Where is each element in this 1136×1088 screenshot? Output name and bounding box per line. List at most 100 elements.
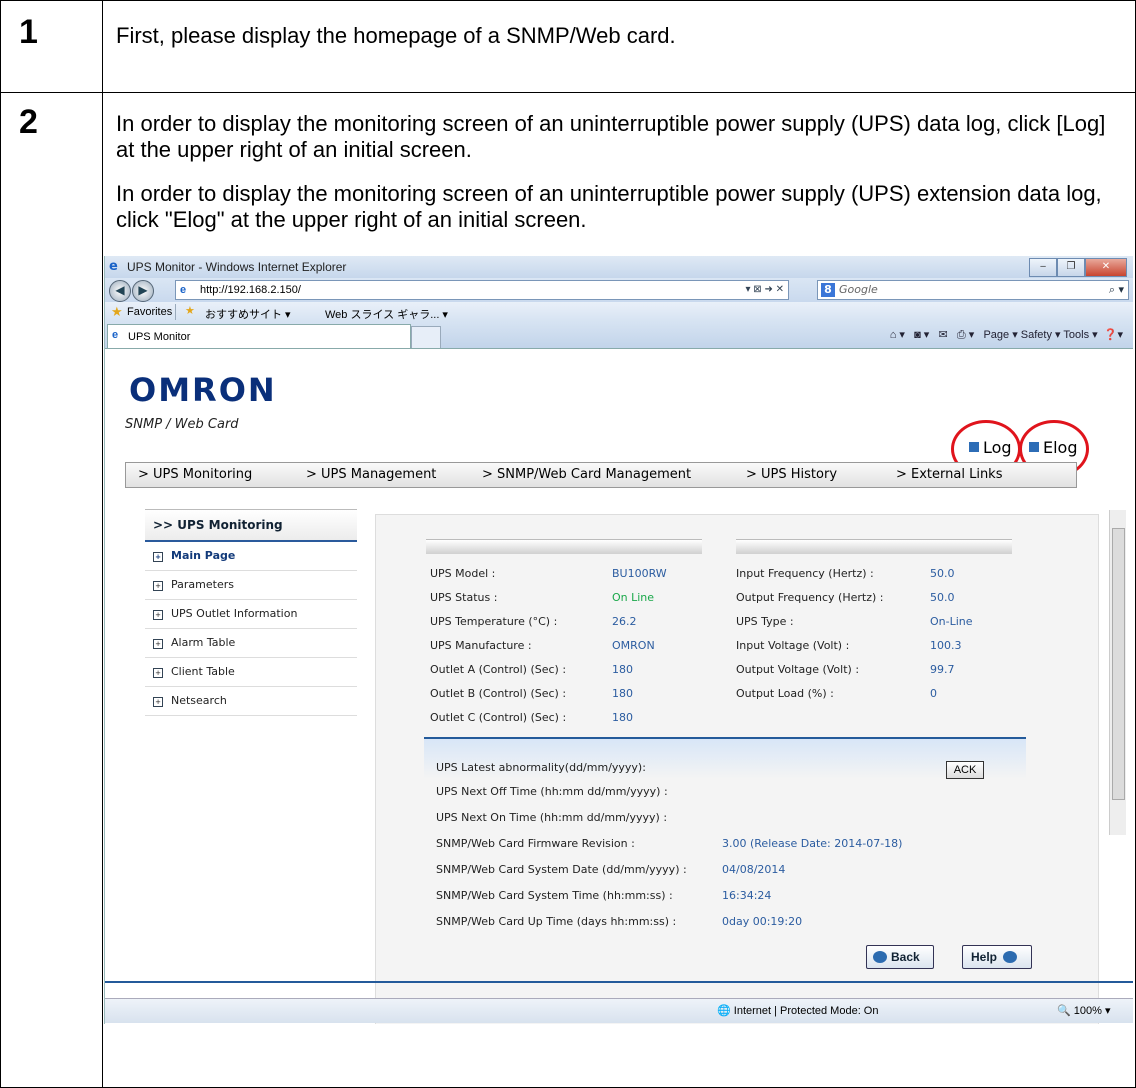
side-nav: >> UPS Monitoring + Main Page + Parameters… bbox=[145, 509, 357, 759]
field-label: UPS Latest abnormality(dd/mm/yyyy): bbox=[436, 761, 646, 774]
step-paragraph: In order to display the monitoring scree… bbox=[116, 111, 1106, 162]
google-icon: 8 bbox=[821, 283, 835, 297]
main-menu: > UPS Monitoring > UPS Management > SNMP… bbox=[125, 462, 1077, 488]
field-value: 180 bbox=[612, 663, 633, 676]
field-label: Outlet C (Control) (Sec) : bbox=[430, 711, 567, 724]
page-subtitle: SNMP / Web Card bbox=[125, 417, 239, 432]
minimize-button[interactable]: ‒ bbox=[1029, 258, 1057, 277]
nav-item-alarm-table[interactable]: + Alarm Table bbox=[145, 629, 357, 658]
nav-item-client-table[interactable]: + Client Table bbox=[145, 658, 357, 687]
help-icon bbox=[1003, 951, 1018, 963]
field-label: Output Frequency (Hertz) : bbox=[736, 591, 884, 604]
back-button[interactable]: Back bbox=[866, 945, 934, 969]
field-value: 3.00 (Release Date: 2014-07-18) bbox=[722, 837, 903, 850]
field-value: 04/08/2014 bbox=[722, 863, 786, 876]
favorites-button[interactable]: Favorites bbox=[127, 306, 172, 318]
menu-ups-management[interactable]: > UPS Management bbox=[306, 467, 436, 482]
address-bar: ◀ ▶ e http://192.168.2.150/ ▾ ⊠ ➜ ✕ 8 Goo… bbox=[105, 278, 1133, 302]
url-field[interactable]: e http://192.168.2.150/ ▾ ⊠ ➜ ✕ bbox=[175, 280, 789, 300]
field-value: 50.0 bbox=[930, 591, 955, 604]
tab-ups-monitor[interactable]: e UPS Monitor bbox=[107, 324, 411, 348]
field-value: 16:34:24 bbox=[722, 889, 772, 902]
bullet-icon: + bbox=[153, 697, 163, 707]
favorites-bar: ★ Favorites ★ おすすめサイト ▾ Web スライス ギャラ... … bbox=[105, 302, 1133, 322]
nav-item-parameters[interactable]: + Parameters bbox=[145, 571, 357, 600]
section-header-bar bbox=[736, 539, 1012, 554]
menu-ups-monitoring[interactable]: > UPS Monitoring bbox=[138, 467, 252, 482]
search-icon[interactable]: ⌕ ▾ bbox=[1109, 281, 1124, 299]
forward-nav-icon[interactable]: ▶ bbox=[132, 280, 154, 302]
nav-item-outlet-info[interactable]: + UPS Outlet Information bbox=[145, 600, 357, 629]
bullet-icon: + bbox=[153, 668, 163, 678]
vertical-scrollbar[interactable] bbox=[1109, 510, 1126, 835]
field-label: Output Load (%) : bbox=[736, 687, 834, 700]
step-row-1: 1 First, please display the homepage of … bbox=[1, 1, 1135, 93]
field-value: 99.7 bbox=[930, 663, 955, 676]
close-button[interactable]: ✕ bbox=[1085, 258, 1127, 277]
field-value: On-Line bbox=[930, 615, 973, 628]
add-favorite-icon[interactable]: ★ bbox=[185, 304, 195, 317]
side-nav-header: >> UPS Monitoring bbox=[145, 509, 357, 542]
field-label: UPS Next On Time (hh:mm dd/mm/yyyy) : bbox=[436, 811, 668, 824]
field-value: On Line bbox=[612, 591, 655, 604]
bullet-icon: + bbox=[153, 581, 163, 591]
menu-snmp-card-management[interactable]: > SNMP/Web Card Management bbox=[482, 467, 691, 482]
field-label: SNMP/Web Card Up Time (days hh:mm:ss) : bbox=[436, 915, 677, 928]
nav-item-netsearch[interactable]: + Netsearch bbox=[145, 687, 357, 716]
help-button[interactable]: Help bbox=[962, 945, 1032, 969]
fav-link[interactable]: Web スライス ギャラ... ▾ bbox=[325, 306, 448, 322]
field-label: Output Voltage (Volt) : bbox=[736, 663, 860, 676]
step-number: 2 bbox=[19, 103, 38, 141]
step-number: 1 bbox=[19, 13, 38, 51]
bullet-icon: + bbox=[153, 552, 163, 562]
tab-bar: e UPS Monitor ⌂ ▾ ◙ ▾ ✉ ⎙ ▾ Page ▾ Safet… bbox=[105, 322, 1133, 349]
ie-icon: e bbox=[109, 259, 118, 274]
refresh-stop-icons[interactable]: ▾ ⊠ ➜ ✕ bbox=[746, 281, 785, 299]
field-value: 0 bbox=[930, 687, 937, 700]
menu-ups-history[interactable]: > UPS History bbox=[746, 467, 837, 482]
ie-icon: e bbox=[112, 329, 119, 341]
field-label: Input Voltage (Volt) : bbox=[736, 639, 850, 652]
fav-link[interactable]: おすすめサイト ▾ bbox=[205, 306, 291, 322]
search-input[interactable]: 8 Google ⌕ ▾ bbox=[817, 280, 1129, 300]
menu-external-links[interactable]: > External Links bbox=[896, 467, 1003, 482]
field-value: 180 bbox=[612, 687, 633, 700]
field-value: 0day 00:19:20 bbox=[722, 915, 803, 928]
field-label: UPS Next Off Time (hh:mm dd/mm/yyyy) : bbox=[436, 785, 668, 798]
field-label: Outlet A (Control) (Sec) : bbox=[430, 663, 567, 676]
field-value: 26.2 bbox=[612, 615, 637, 628]
bullet-icon: + bbox=[153, 610, 163, 620]
field-value: 50.0 bbox=[930, 567, 955, 580]
field-label: SNMP/Web Card System Date (dd/mm/yyyy) : bbox=[436, 863, 687, 876]
maximize-button[interactable]: ❐ bbox=[1057, 258, 1085, 277]
star-icon[interactable]: ★ bbox=[111, 304, 123, 320]
print-icon[interactable]: ⎙ ▾ bbox=[957, 329, 974, 341]
field-label: UPS Model : bbox=[430, 567, 496, 580]
status-bar: 🌐 Internet | Protected Mode: On 🔍 100% ▾ bbox=[105, 998, 1133, 1023]
bullet-icon: + bbox=[153, 639, 163, 649]
field-value: BU100RW bbox=[612, 567, 667, 580]
page-icon: e bbox=[180, 284, 187, 296]
scrollbar-thumb[interactable] bbox=[1112, 528, 1125, 800]
omron-logo: OMRON bbox=[129, 371, 277, 409]
field-value: 100.3 bbox=[930, 639, 962, 652]
help-icon[interactable]: ❓▾ bbox=[1104, 329, 1123, 341]
ack-button[interactable]: ACK bbox=[946, 761, 984, 779]
browser-window: e UPS Monitor - Windows Internet Explore… bbox=[104, 256, 1133, 1024]
zone-status: 🌐 Internet | Protected Mode: On bbox=[717, 1005, 879, 1017]
field-value: OMRON bbox=[612, 639, 655, 652]
status-panel: UPS Model : BU100RW UPS Status : On Line… bbox=[375, 514, 1099, 1024]
new-tab-button[interactable] bbox=[411, 326, 441, 348]
title-bar: e UPS Monitor - Windows Internet Explore… bbox=[105, 256, 1133, 278]
nav-item-main-page[interactable]: + Main Page bbox=[145, 542, 357, 571]
home-icon[interactable]: ⌂ ▾ bbox=[890, 329, 905, 341]
feed-icon[interactable]: ◙ ▾ bbox=[914, 329, 929, 341]
page-bottom-rule bbox=[105, 981, 1133, 983]
mail-icon[interactable]: ✉ bbox=[939, 329, 948, 341]
step-paragraph: In order to display the monitoring scree… bbox=[116, 181, 1102, 232]
zoom-control[interactable]: 🔍 100% ▾ bbox=[1057, 1004, 1110, 1017]
command-bar[interactable]: ⌂ ▾ ◙ ▾ ✉ ⎙ ▾ Page ▾ Safety ▾ Tools ▾ ❓▾ bbox=[890, 328, 1123, 342]
field-label: SNMP/Web Card Firmware Revision : bbox=[436, 837, 635, 850]
back-nav-icon[interactable]: ◀ bbox=[109, 280, 131, 302]
divider bbox=[175, 304, 176, 320]
